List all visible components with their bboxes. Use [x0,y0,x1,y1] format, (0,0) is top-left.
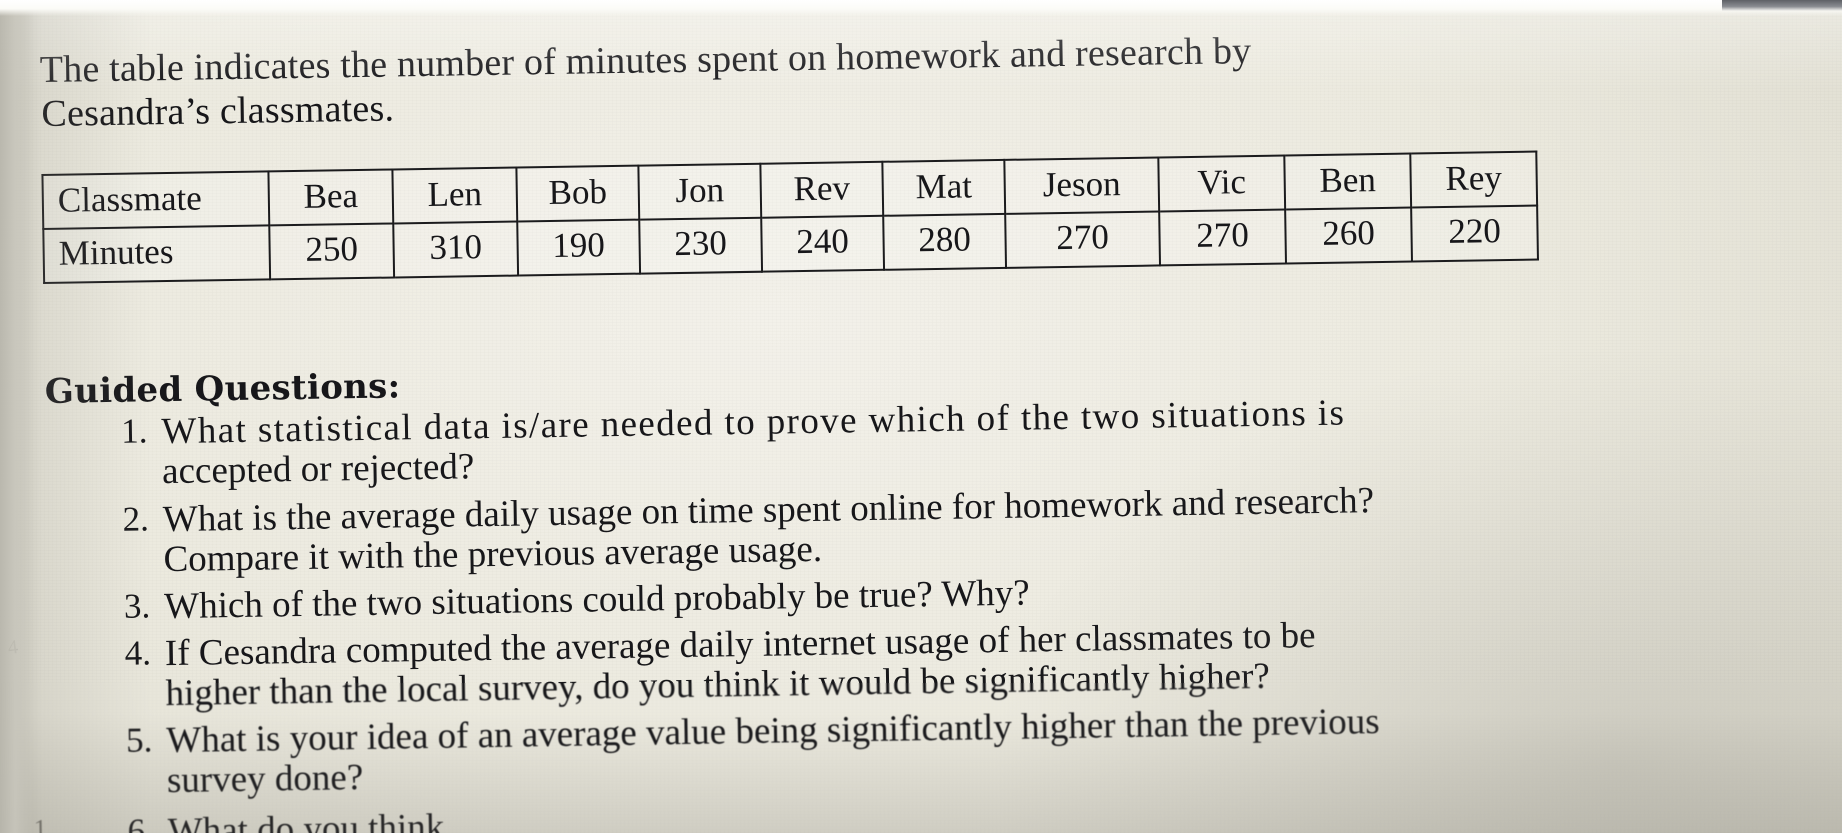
table-header-rey: Rey [1410,151,1538,208]
table-cell-minutes-vic: 270 [1159,209,1286,266]
page-content-layer: The table indicates the number of minute… [0,0,1842,833]
question-body-2: What is the average daily usage on time … [163,474,1796,580]
table-header-bea: Bea [268,169,394,226]
table-header-mat: Mat [882,159,1006,216]
photo-top-edge [0,0,1842,16]
table-cell-minutes-mat: 280 [883,213,1007,270]
table-header-len: Len [392,167,518,224]
table-rowheader-classmate: Classmate [42,171,270,229]
table-header-bob: Bob [516,165,640,222]
minutes-table: Classmate Bea Len Bob Jon Rev Mat Jeson … [41,150,1539,284]
photo-top-right-edge [1722,0,1842,11]
photographed-worksheet-page: The table indicates the number of minute… [0,0,1842,833]
table-cell-minutes-bob: 190 [517,219,641,276]
table-header-vic: Vic [1158,155,1286,212]
table-cell-minutes-ben: 260 [1285,207,1412,264]
table-cell-minutes-rev: 240 [761,215,885,272]
question-6-line-1: What do you think... [167,806,473,833]
intro-paragraph: The table indicates the number of minute… [39,22,1720,137]
question-body-5: What is your idea of an average value be… [166,695,1799,801]
question-number-3: 3. [123,586,151,626]
guided-questions-heading: Guided Questions: [44,366,401,412]
table-cell-minutes-bea: 250 [269,223,395,280]
question-number-2: 2. [122,499,150,539]
bottom-corner-mark: 1 [33,814,47,833]
question-number-4: 4. [124,633,152,673]
table-cell-minutes-jon: 230 [639,217,763,274]
guided-questions-list: 1. What statistical data is/are needed t… [93,387,1799,805]
question-item-5: 5. What is your idea of an average value… [98,695,1799,802]
question-body-4: If Cesandra computed the average daily i… [165,608,1798,714]
table-cell-minutes-rey: 220 [1411,205,1538,262]
question-item-6-clipped: 6. What do you think... [99,797,1099,833]
question-number-1: 1. [120,411,148,451]
page-gutter-shadow [0,0,34,833]
minutes-table-container: Classmate Bea Len Bob Jon Rev Mat Jeson … [41,150,1539,284]
question-number-6: 6. [127,811,155,833]
table-header-jon: Jon [638,163,762,220]
question-body-1: What statistical data is/are needed to p… [161,387,1794,493]
table-header-ben: Ben [1284,153,1412,210]
table-rowheader-minutes: Minutes [43,225,271,283]
table-cell-minutes-len: 310 [393,221,519,278]
table-header-jeson: Jeson [1004,157,1160,214]
table-header-rev: Rev [760,161,884,218]
table-cell-minutes-jeson: 270 [1005,211,1161,268]
question-number-5: 5. [125,720,153,760]
